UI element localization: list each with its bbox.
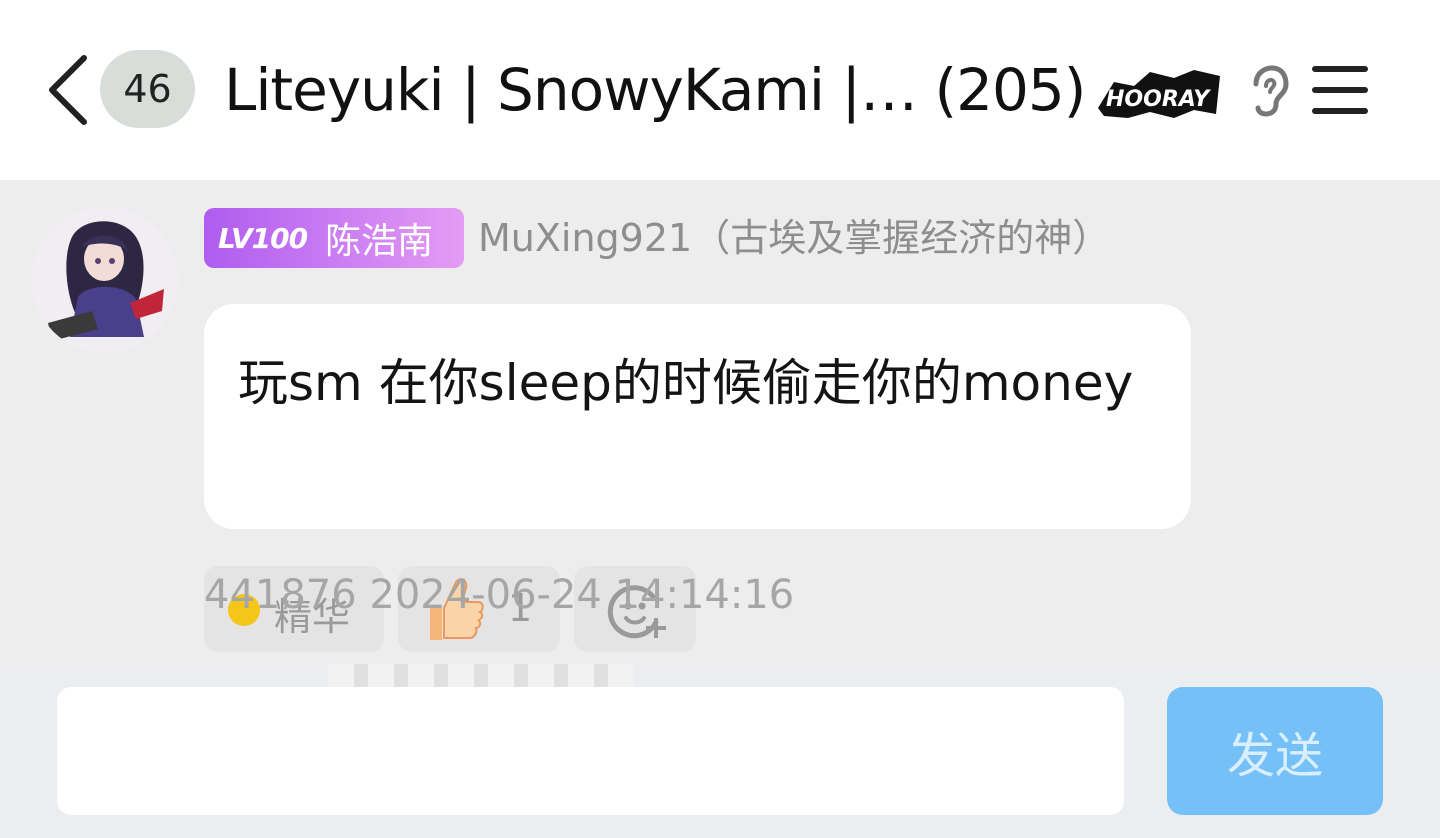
essence-dot-icon — [228, 594, 260, 626]
essence-label: 精华 — [274, 595, 351, 639]
ear-icon[interactable] — [1246, 64, 1290, 118]
add-reaction-button[interactable] — [574, 566, 696, 652]
menu-icon[interactable] — [1308, 62, 1372, 118]
message-text: 玩sm 在你sleep的时候偷走你的money — [238, 354, 1134, 412]
add-reaction-icon — [607, 585, 666, 639]
level-number: LV100 — [218, 221, 308, 255]
like-count: 1 — [508, 586, 533, 630]
top-bar: 46 Liteyuki | SnowyKami |… (205) HOORAY — [0, 0, 1440, 180]
hooray-badge-icon: HOORAY — [1098, 70, 1220, 118]
level-badge: LV100 陈浩南 — [204, 208, 464, 268]
back-arrow-icon[interactable] — [40, 52, 96, 128]
chat-title[interactable]: Liteyuki | SnowyKami |… (205) — [224, 50, 1086, 130]
thumbs-up-icon — [430, 578, 484, 640]
send-button[interactable]: 发送 — [1167, 687, 1383, 815]
message-footer: 精华 1 441876 2024-06-24 14:14:16 — [204, 566, 804, 654]
like-reaction-button[interactable]: 1 — [398, 566, 560, 652]
sender-avatar[interactable] — [32, 207, 178, 353]
level-title: 陈浩南 — [325, 221, 434, 262]
unread-count: 46 — [123, 67, 172, 111]
essence-reaction-button[interactable]: 精华 — [204, 566, 384, 652]
unread-count-badge[interactable]: 46 — [100, 50, 195, 128]
hooray-badge-text: HOORAY — [1106, 87, 1211, 112]
sender-name[interactable]: MuXing921（古埃及掌握经济的神） — [478, 208, 1110, 268]
message-bubble[interactable]: 玩sm 在你sleep的时候偷走你的money — [204, 304, 1191, 529]
message-input[interactable] — [57, 687, 1124, 815]
avatar-illustration-icon — [32, 207, 178, 353]
